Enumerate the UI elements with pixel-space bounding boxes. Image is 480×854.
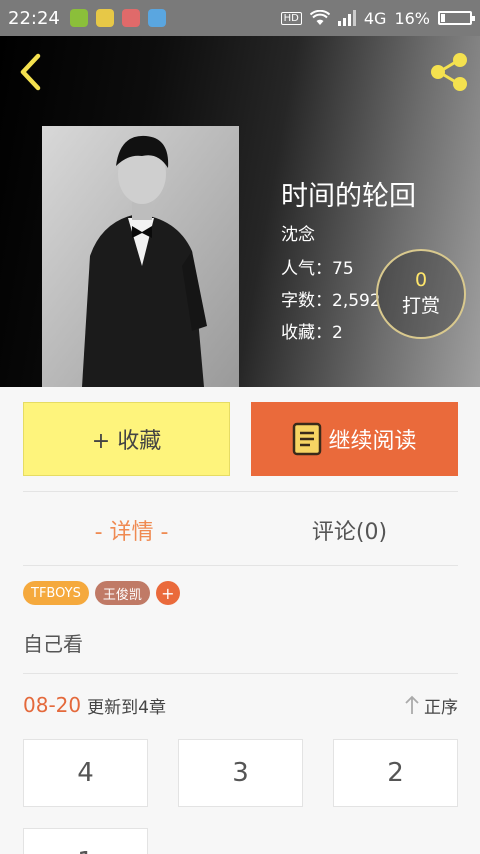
divider [23,673,458,674]
book-author[interactable]: 沈念 [281,220,315,245]
book-description: 自己看 [23,632,83,656]
book-favorites-count: 收藏：2 [281,323,343,343]
reward-label: 打赏 [401,295,440,317]
book-cover-image[interactable] [42,126,239,387]
reward-button[interactable]: 0 打赏 [376,249,466,339]
continue-reading-button[interactable]: 继续阅读 [251,402,458,476]
battery-icon [438,11,475,25]
signal-icon [337,10,356,26]
continue-reading-label: 继续阅读 [328,429,417,454]
divider [23,491,458,492]
tab-detail[interactable]: - 详情 - [23,496,240,564]
book-title: 时间的轮回 [281,181,416,212]
tag-chip[interactable]: 王俊凯 [94,581,150,605]
tab-comments-label: 评论(0) [311,520,388,545]
update-date: 08-20 [23,693,82,717]
tag-chip[interactable]: TFBOYS [23,581,89,605]
share-icon [431,53,467,91]
reward-count: 0 [414,269,428,291]
tab-comments[interactable]: 评论(0) [241,496,458,564]
screenshot-icon [147,9,166,27]
sort-order-label: 正序 [424,697,458,718]
app-notification-icon [121,9,140,27]
app-notification-icon [69,9,88,27]
sort-order-button[interactable]: 正序 [404,693,458,718]
back-button[interactable] [14,50,48,94]
tag-list: TFBOYS 王俊凯 + [23,581,180,605]
hd-icon: HD [280,11,302,25]
network-type: 4G [363,8,387,28]
chapter-button-1[interactable]: 1 [23,828,148,854]
wifi-icon [309,10,330,25]
book-icon [293,422,322,456]
clock: 22:24 [8,7,60,29]
arrow-up-icon [405,695,419,714]
book-header: 时间的轮回 沈念 人气：75 字数：2,592 收藏：2 0 打赏 [0,36,480,387]
app-notification-icon [95,9,114,27]
tab-detail-label: - 详情 - [94,520,169,545]
chapter-button-2[interactable]: 2 [333,739,458,807]
book-word-count: 字数：2,592 [281,291,381,311]
divider [23,565,458,566]
add-favorite-label: + 收藏 [91,429,162,454]
chevron-left-icon [20,53,41,91]
add-favorite-button[interactable]: + 收藏 [23,402,230,476]
share-button[interactable] [428,52,470,92]
add-tag-button[interactable]: + [155,581,180,605]
update-info: 08-20 更新到4章 正序 [23,688,458,722]
battery-percent: 16% [394,8,430,28]
notification-icons [69,9,166,27]
cover-photo [42,126,239,387]
battery-level [441,14,445,22]
status-bar: 22:24 HD 4G 16% [0,0,480,36]
book-popularity: 人气：75 [281,259,354,279]
chapter-button-4[interactable]: 4 [23,739,148,807]
chapter-button-3[interactable]: 3 [178,739,303,807]
update-text: 更新到4章 [87,697,166,718]
